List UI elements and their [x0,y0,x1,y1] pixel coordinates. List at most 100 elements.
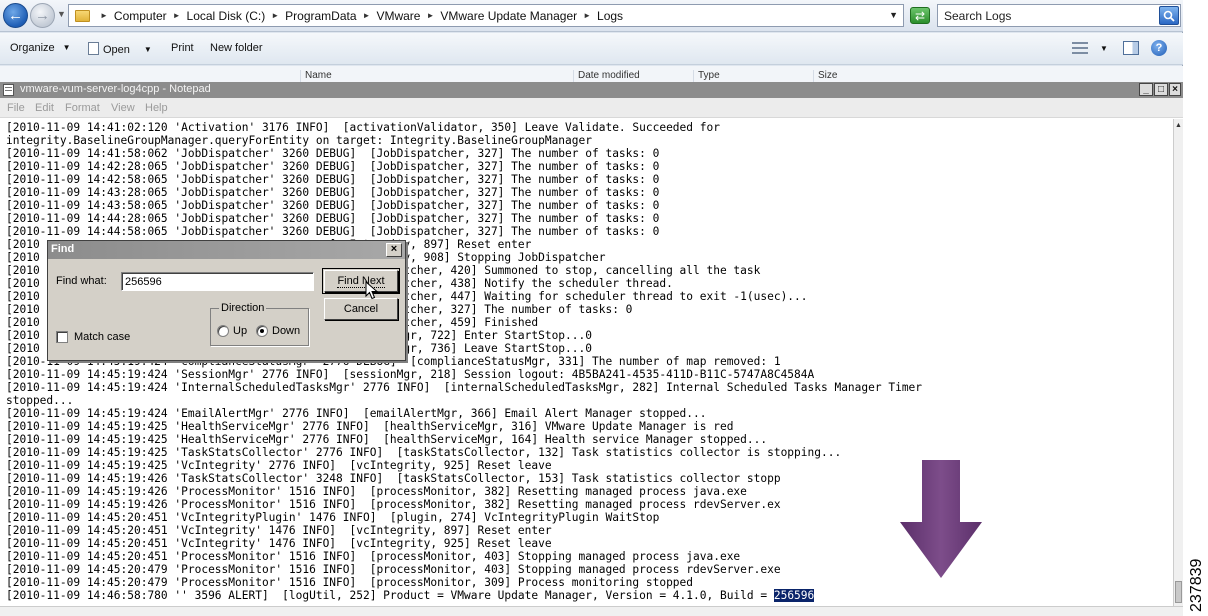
close-button[interactable]: × [1169,83,1181,96]
log-line: [2010-11-09 14:45:19:424 'EmailAlertMgr'… [6,407,707,420]
breadcrumb-item[interactable]: Computer [114,9,167,23]
column-name[interactable]: Name [300,70,573,82]
direction-up-radio[interactable]: Up [217,325,247,337]
search-button[interactable] [1159,6,1179,25]
log-line: [2010-11-09 14:44:28:065 'JobDispatcher'… [6,212,660,225]
menu-edit[interactable]: Edit [35,102,54,114]
direction-group: Direction Up Down [210,302,309,346]
checkbox-box[interactable] [56,331,68,343]
log-line: [2010-11-09 14:45:19:425 'VcIntegrity' 2… [6,459,552,472]
cancel-button[interactable]: Cancel [324,298,398,320]
log-line: [2010-11-09 14:45:20:479 'ProcessMonitor… [6,563,781,576]
vertical-scrollbar[interactable]: ▲ [1173,119,1183,606]
column-type[interactable]: Type [693,70,813,82]
log-line: [2010-11-09 14:45:19:426 'TaskStatsColle… [6,472,781,485]
chevron-right-icon[interactable]: ► [363,11,371,20]
window-title: vmware-vum-server-log4cpp - Notepad [20,83,211,95]
log-line: [2010-11-09 14:41:58:062 'JobDispatcher'… [6,147,660,160]
breadcrumb-item[interactable]: VMware Update Manager [440,9,577,23]
column-date-modified[interactable]: Date modified [573,70,693,82]
radio-button[interactable] [217,325,229,337]
minimize-button[interactable]: _ [1139,83,1153,96]
column-size[interactable]: Size [813,70,893,82]
maximize-icon: □ [1157,84,1165,95]
search-box[interactable]: Search Logs [937,4,1181,27]
new-folder-button[interactable]: New folder [210,42,263,54]
log-line: [2010-11-09 14:43:58:065 'JobDispatcher'… [6,199,660,212]
forward-button[interactable]: → [30,3,55,28]
mouse-cursor-icon [365,281,378,300]
chevron-down-icon: ▼ [143,45,152,54]
log-line: [2010-11-09 14:45:19:425 'TaskStatsColle… [6,446,842,459]
back-button[interactable]: ← [3,3,28,28]
log-line: stopped... [6,394,74,407]
search-input[interactable]: Search Logs [944,9,1011,23]
up-label: Up [233,325,248,337]
address-bar[interactable]: ► Computer ► Local Disk (C:) ► ProgramDa… [68,4,904,27]
refresh-icon: ⇄ [914,8,926,23]
find-what-input[interactable] [121,272,314,291]
down-label: Down [272,325,301,337]
menu-view[interactable]: View [111,102,135,114]
chevron-right-icon[interactable]: ► [426,11,434,20]
scrollbar-thumb[interactable] [1175,581,1182,603]
recent-pages-dropdown[interactable]: ▼ [57,9,66,19]
organize-label: Organize [10,42,55,54]
chevron-down-icon[interactable]: ▼ [1100,44,1108,53]
find-dialog: Find × Find what: Find Next Cancel Match… [47,240,406,361]
log-line: [2010-11-09 14:45:19:424 'InternalSchedu… [6,381,923,394]
menu-file[interactable]: File [7,102,25,114]
match-case-checkbox[interactable]: Match case [56,331,130,343]
horizontal-scrollbar[interactable] [0,606,1183,616]
chevron-right-icon[interactable]: ► [583,11,591,20]
find-dialog-title: Find [51,243,75,255]
log-line: [2010-11-09 14:41:02:120 'Activation' 31… [6,121,720,134]
find-dialog-title-bar[interactable]: Find × [48,241,405,259]
print-button[interactable]: Print [171,42,194,54]
log-line-text: [2010-11-09 14:46:58:780 '' 3596 ALERT] … [6,589,774,602]
chevron-down-icon: ▼ [62,43,71,52]
scroll-up-icon[interactable]: ▲ [1175,122,1182,129]
log-line: [2010-11-09 14:42:58:065 'JobDispatcher'… [6,173,660,186]
log-line: [2010-11-09 14:45:20:451 'VcIntegrityPlu… [6,511,660,524]
match-case-label: Match case [74,331,131,343]
log-line: [2010-11-09 14:42:28:065 'JobDispatcher'… [6,160,660,173]
breadcrumb-item[interactable]: Local Disk (C:) [187,9,266,23]
maximize-button[interactable]: □ [1154,83,1168,96]
search-icon [1163,10,1175,22]
explorer-window: ← → ▼ ► Computer ► Local Disk (C:) ► Pro… [0,0,1183,82]
refresh-button[interactable]: ⇄ [910,7,930,24]
preview-pane-icon[interactable] [1123,41,1139,55]
menu-help[interactable]: Help [145,102,168,114]
breadcrumb-item[interactable]: Logs [597,9,623,23]
log-text-area[interactable]: [2010-11-09 14:41:02:120 'Activation' 31… [0,119,1173,606]
direction-down-radio[interactable]: Down [256,325,300,337]
callout-arrow-icon [900,460,982,578]
find-next-button[interactable]: Find Next [322,268,400,294]
chevron-right-icon[interactable]: ► [173,11,181,20]
log-line: [2010-11-09 14:45:19:425 'HealthServiceM… [6,420,734,433]
menu-format[interactable]: Format [65,102,100,114]
organize-menu[interactable]: Organize ▼ [10,42,71,54]
minimize-icon: _ [1143,84,1149,95]
view-options-icon[interactable] [1072,42,1088,54]
document-icon [88,42,99,55]
close-icon: × [390,243,398,255]
log-line: [2010-11-09 14:44:58:065 'JobDispatcher'… [6,225,660,238]
chevron-right-icon[interactable]: ► [271,11,279,20]
log-line: [2010-11-09 14:45:19:424 'SessionMgr' 27… [6,368,815,381]
open-menu[interactable]: Open ▼ [88,42,152,56]
radio-button-selected[interactable] [256,325,268,337]
address-dropdown-icon[interactable]: ▼ [889,10,898,20]
chevron-right-icon[interactable]: ► [100,11,108,20]
find-close-button[interactable]: × [386,243,402,257]
log-line: [2010-11-09 14:45:20:451 'ProcessMonitor… [6,550,741,563]
log-line: [2010-11-09 14:45:20:451 'VcIntegrity' 1… [6,537,552,550]
menu-bar: File Edit Format View Help [0,98,1183,118]
help-icon[interactable]: ? [1151,40,1167,56]
find-what-label: Find what: [56,275,107,287]
breadcrumb-item[interactable]: VMware [376,9,420,23]
arrow-left-icon: ← [8,7,23,24]
breadcrumb-item[interactable]: ProgramData [285,9,356,23]
notepad-title-bar[interactable]: vmware-vum-server-log4cpp - Notepad _ □ … [0,82,1183,98]
